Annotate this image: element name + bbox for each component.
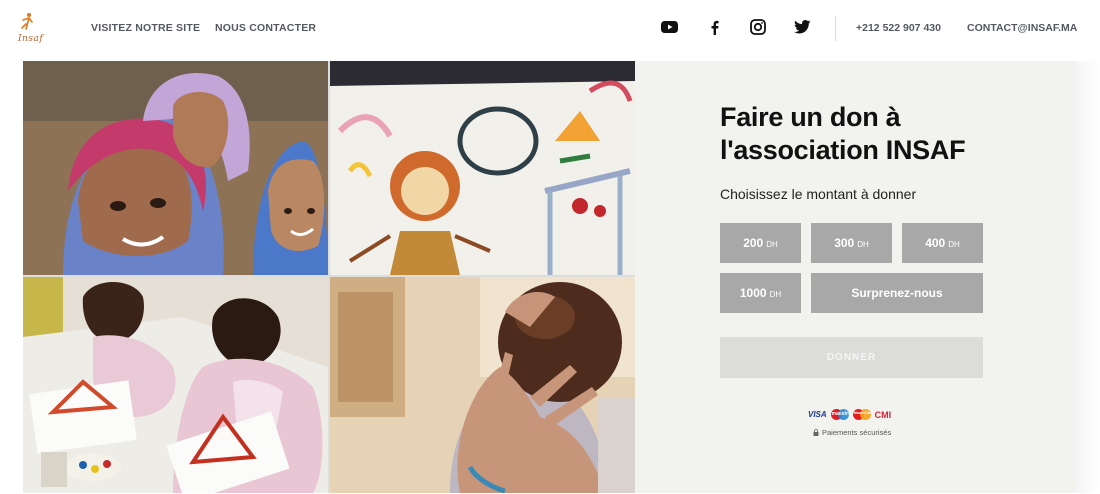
amount-400-button[interactable]: 400 DH: [902, 223, 983, 263]
donate-button[interactable]: DONNER: [720, 337, 983, 378]
logo-figure-icon: [21, 13, 33, 30]
surprise-us-button[interactable]: Surprenez-nous: [811, 273, 983, 313]
lock-icon: [813, 429, 819, 436]
amount-300-button[interactable]: 300 DH: [811, 223, 892, 263]
children-painting-photo: [23, 277, 328, 493]
donation-title: Faire un don à l'association INSAF: [720, 102, 966, 165]
photo-gallery: [23, 61, 635, 493]
youtube-icon[interactable]: [660, 18, 678, 36]
amount-200-button[interactable]: 200 DH: [720, 223, 801, 263]
amount-value: 200: [743, 236, 764, 250]
maestro-logo: maestro: [830, 409, 851, 420]
mother-baby-photo: [330, 277, 635, 493]
payment-cards: VISA maestro MasterCard CMI: [808, 409, 891, 420]
children-smiling-photo: [23, 61, 328, 275]
header: Insaf VISITEZ NOTRE SITE NOUS CONTACTER …: [0, 0, 1100, 58]
cmi-logo: CMI: [874, 409, 892, 420]
amount-value: 400: [925, 236, 946, 250]
child-drawing-photo: [330, 61, 635, 275]
contact-email[interactable]: CONTACT@INSAF.MA: [967, 22, 1077, 34]
secure-payments-note: Paiements sécurisés: [813, 428, 891, 437]
secure-label: Paiements sécurisés: [822, 428, 892, 437]
instagram-icon[interactable]: [749, 18, 767, 36]
insaf-logo[interactable]: Insaf: [16, 12, 56, 46]
nav-visit-site[interactable]: VISITEZ NOTRE SITE: [91, 22, 200, 34]
logo-wordmark: Insaf: [18, 34, 44, 44]
twitter-icon[interactable]: [793, 18, 811, 36]
facebook-icon[interactable]: [705, 18, 723, 36]
donation-panel: Faire un don à l'association INSAF Chois…: [635, 61, 1075, 493]
amount-unit: DH: [948, 239, 960, 249]
visa-logo: VISA: [808, 410, 827, 419]
amount-1000-button[interactable]: 1000 DH: [720, 273, 801, 313]
amount-unit: DH: [857, 239, 869, 249]
mastercard-logo: MasterCard: [852, 409, 873, 420]
panel-edge-shadow: [1075, 61, 1100, 493]
amount-unit: DH: [766, 239, 778, 249]
amount-value: 1000: [739, 286, 767, 300]
amount-value: 300: [834, 236, 855, 250]
nav-contact[interactable]: NOUS CONTACTER: [215, 22, 316, 34]
donation-subtitle: Choisissez le montant à donner: [720, 186, 917, 202]
amount-unit: DH: [769, 289, 782, 299]
header-divider: [835, 16, 836, 41]
phone-number[interactable]: +212 522 907 430: [856, 22, 941, 34]
